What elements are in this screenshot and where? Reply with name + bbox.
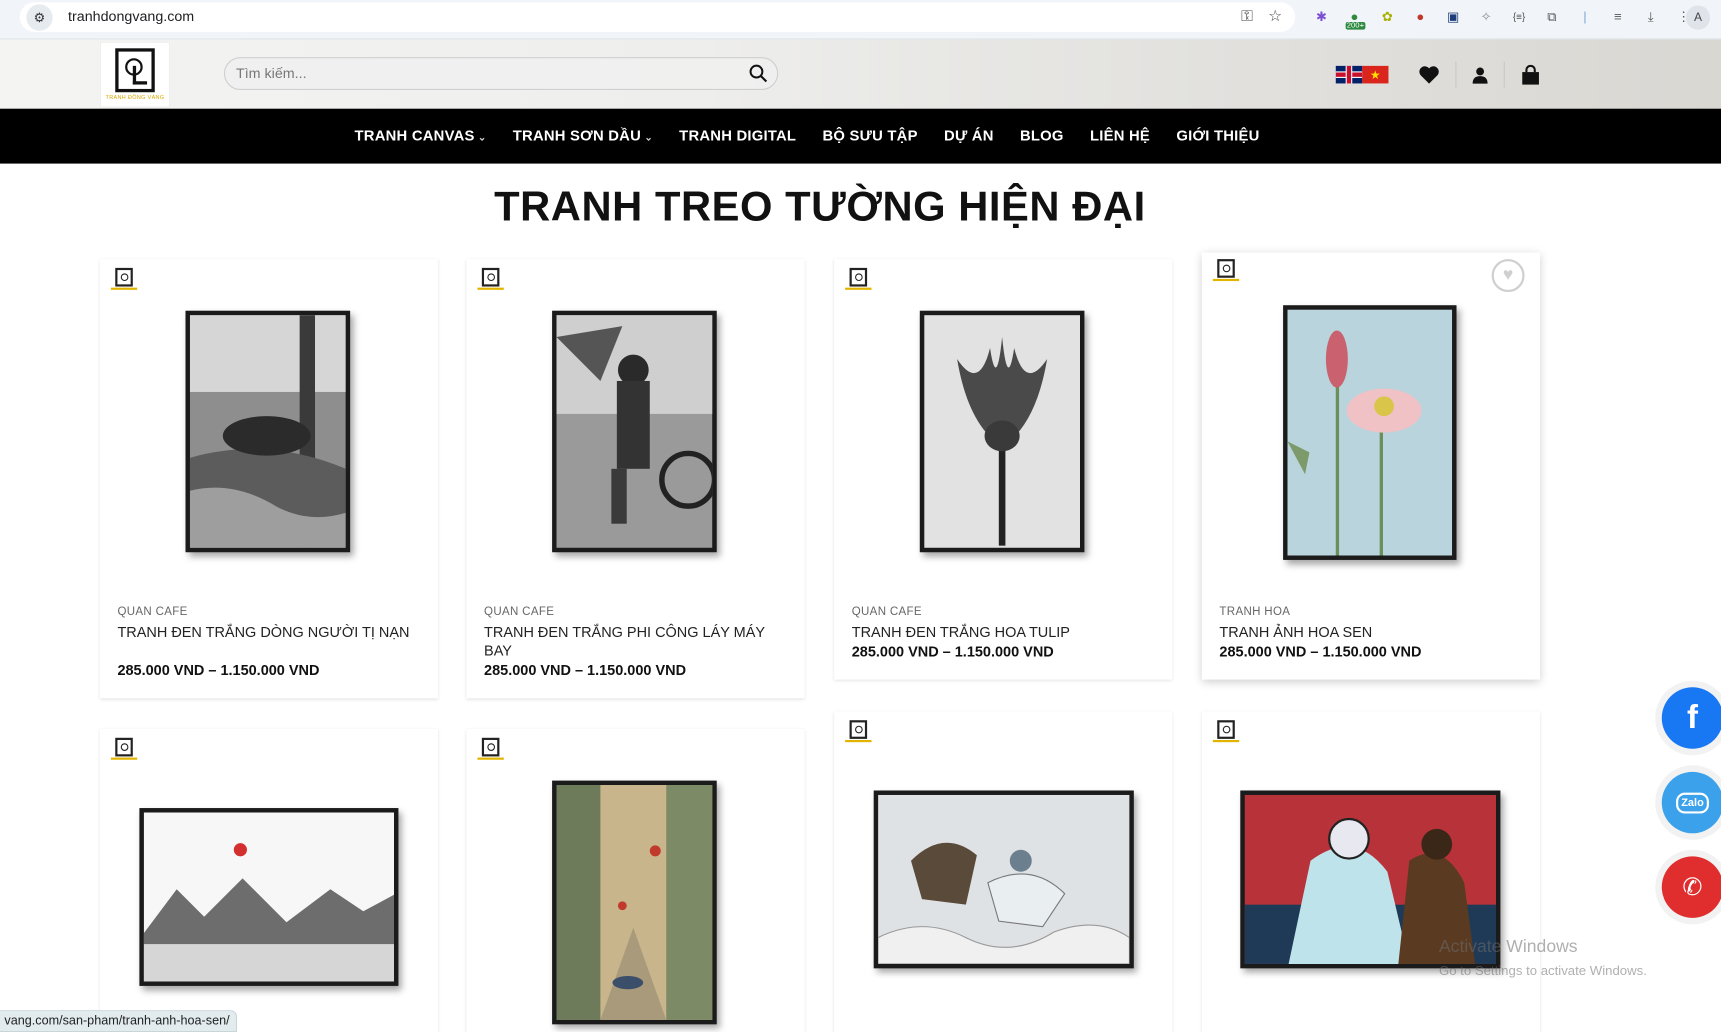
- product-card[interactable]: [1201, 711, 1540, 1032]
- nav-du-an[interactable]: DỰ ÁN: [944, 127, 994, 143]
- header-divider: [1455, 61, 1457, 88]
- product-category[interactable]: QUAN CAFE: [852, 605, 922, 618]
- chevron-down-icon: ⌄: [644, 131, 653, 143]
- windows-watermark-subtitle: Go to Settings to activate Windows.: [1438, 962, 1647, 979]
- site-logo[interactable]: TRANH ĐỒNG VÀNG: [99, 41, 171, 108]
- page-title: TRANH TREO TƯỜNG HIỆN ĐẠI: [494, 184, 1146, 231]
- shopping-bag-icon[interactable]: [1518, 64, 1542, 86]
- product-card[interactable]: [466, 729, 805, 1032]
- password-key-icon[interactable]: ⚿: [1241, 7, 1253, 26]
- language-switcher: ★: [1335, 65, 1389, 84]
- chevron-down-icon: ⌄: [477, 131, 487, 143]
- search-icon[interactable]: [749, 64, 769, 84]
- brand-badge-icon: [845, 267, 872, 294]
- main-nav: TRANH CANVAS ⌄ TRANH SƠN DẦU ⌄ TRANH DIGIT…: [0, 108, 1721, 164]
- windows-watermark-title: Activate Windows: [1438, 937, 1578, 957]
- link-status-bar: vang.com/san-pham/tranh-anh-hoa-sen/: [0, 1010, 238, 1032]
- bookmark-star-icon[interactable]: ☆: [1268, 7, 1282, 26]
- product-card[interactable]: [99, 729, 438, 1032]
- zalo-icon[interactable]: Zalo: [1661, 771, 1721, 834]
- nav-blog[interactable]: BLOG: [1020, 127, 1064, 143]
- flag-en-icon[interactable]: [1335, 65, 1363, 84]
- address-url[interactable]: tranhdongvang.com: [68, 8, 194, 24]
- logo-text: TRANH ĐỒNG VÀNG: [105, 94, 165, 102]
- site-header: TRANH ĐỒNG VÀNG ★: [0, 39, 1721, 109]
- product-name[interactable]: TRANH ĐEN TRẮNG PHI CÔNG LÁY MÁY BAY: [484, 623, 787, 660]
- download-icon[interactable]: ⤓: [1640, 5, 1662, 27]
- profile-avatar[interactable]: A: [1685, 5, 1711, 30]
- wishlist-heart-icon[interactable]: ♥: [1491, 259, 1525, 293]
- extension-gear-icon[interactable]: ✱: [1311, 5, 1333, 27]
- brand-badge-icon: [845, 720, 872, 746]
- nav-gioi-thieu[interactable]: GIỚI THIỆU: [1176, 127, 1259, 143]
- logo-mark-icon: [115, 48, 155, 93]
- extension-badge-icon[interactable]: ● 200+: [1343, 5, 1366, 30]
- product-card[interactable]: ♥ TRANH HOA TRANH ẢNH HOA SEN 285.000 VN…: [1201, 252, 1540, 680]
- extension-braces-icon[interactable]: {≡}: [1508, 5, 1530, 27]
- browser-toolbar: ⚙ tranhdongvang.com ⚿ ☆ ✱ ● 200+ ✿ ● ▣ ✧ …: [0, 0, 1721, 40]
- product-price: 285.000 VND – 1.150.000 VND: [484, 662, 687, 679]
- header-divider: [1503, 61, 1505, 88]
- extension-square-icon[interactable]: ▣: [1442, 5, 1464, 27]
- site-info-icon[interactable]: ⚙: [26, 4, 53, 31]
- brand-badge-icon: [477, 737, 504, 764]
- product-price: 285.000 VND – 1.150.000 VND: [117, 662, 320, 679]
- product-name[interactable]: TRANH ĐEN TRẮNG HOA TULIP: [852, 623, 1155, 642]
- product-category[interactable]: TRANH HOA: [1219, 605, 1290, 618]
- product-card[interactable]: QUAN CAFE TRANH ĐEN TRẮNG DÒNG NGƯỜI TỊ …: [99, 259, 438, 699]
- product-name[interactable]: TRANH ẢNH HOA SEN: [1219, 623, 1522, 642]
- product-image[interactable]: [552, 780, 717, 1025]
- phone-icon[interactable]: ✆: [1661, 856, 1721, 918]
- extensions-row: ✱ ● 200+ ✿ ● ▣ ✧ {≡} ⧉ | ≡ ⤓ ⋮: [1311, 5, 1695, 30]
- extensions-puzzle-icon[interactable]: ⧉: [1541, 5, 1563, 27]
- product-image[interactable]: [873, 790, 1134, 969]
- brand-badge-icon: [1212, 259, 1240, 285]
- product-image[interactable]: [552, 310, 718, 553]
- brand-badge-icon: [110, 737, 138, 764]
- product-card[interactable]: QUAN CAFE TRANH ĐEN TRẮNG PHI CÔNG LÁY M…: [466, 259, 805, 699]
- reading-list-icon[interactable]: ≡: [1607, 5, 1629, 27]
- product-image[interactable]: [1283, 305, 1457, 560]
- product-image[interactable]: [185, 310, 351, 553]
- facebook-icon[interactable]: f: [1661, 687, 1721, 749]
- extension-leaf-icon[interactable]: ✿: [1376, 5, 1398, 27]
- nav-tranh-canvas[interactable]: TRANH CANVAS ⌄: [355, 127, 487, 143]
- brand-badge-icon: [110, 267, 138, 294]
- flag-vi-icon[interactable]: ★: [1362, 65, 1389, 84]
- account-user-icon[interactable]: [1467, 64, 1491, 86]
- product-image[interactable]: [919, 310, 1085, 553]
- product-price: 285.000 VND – 1.150.000 VND: [851, 643, 1054, 660]
- extension-sparkle-icon[interactable]: ✧: [1475, 5, 1497, 27]
- product-category[interactable]: QUAN CAFE: [117, 605, 187, 618]
- wishlist-heart-icon[interactable]: [1417, 64, 1441, 86]
- product-card[interactable]: QUAN CAFE TRANH ĐEN TRẮNG HOA TULIP 285.…: [834, 259, 1173, 680]
- nav-tranh-son-dau[interactable]: TRANH SƠN DẦU ⌄: [513, 127, 653, 143]
- nav-bo-suu-tap[interactable]: BỘ SƯU TẬP: [823, 127, 918, 143]
- search-input[interactable]: [235, 64, 719, 82]
- product-card[interactable]: [834, 711, 1173, 1032]
- nav-tranh-digital[interactable]: TRANH DIGITAL: [679, 127, 796, 143]
- product-price: 285.000 VND – 1.150.000 VND: [1219, 643, 1422, 660]
- address-bar[interactable]: ⚙ tranhdongvang.com ⚿ ☆: [19, 2, 1296, 32]
- extension-red-icon[interactable]: ●: [1409, 5, 1431, 27]
- product-image[interactable]: [139, 808, 399, 986]
- product-name[interactable]: TRANH ĐEN TRẮNG DÒNG NGƯỜI TỊ NẠN: [117, 623, 420, 642]
- separator-icon: |: [1583, 8, 1587, 25]
- brand-badge-icon: [1212, 720, 1240, 746]
- search-box: [223, 57, 779, 91]
- brand-badge-icon: [477, 267, 504, 294]
- product-category[interactable]: QUAN CAFE: [484, 605, 554, 618]
- nav-lien-he[interactable]: LIÊN HỆ: [1090, 127, 1150, 143]
